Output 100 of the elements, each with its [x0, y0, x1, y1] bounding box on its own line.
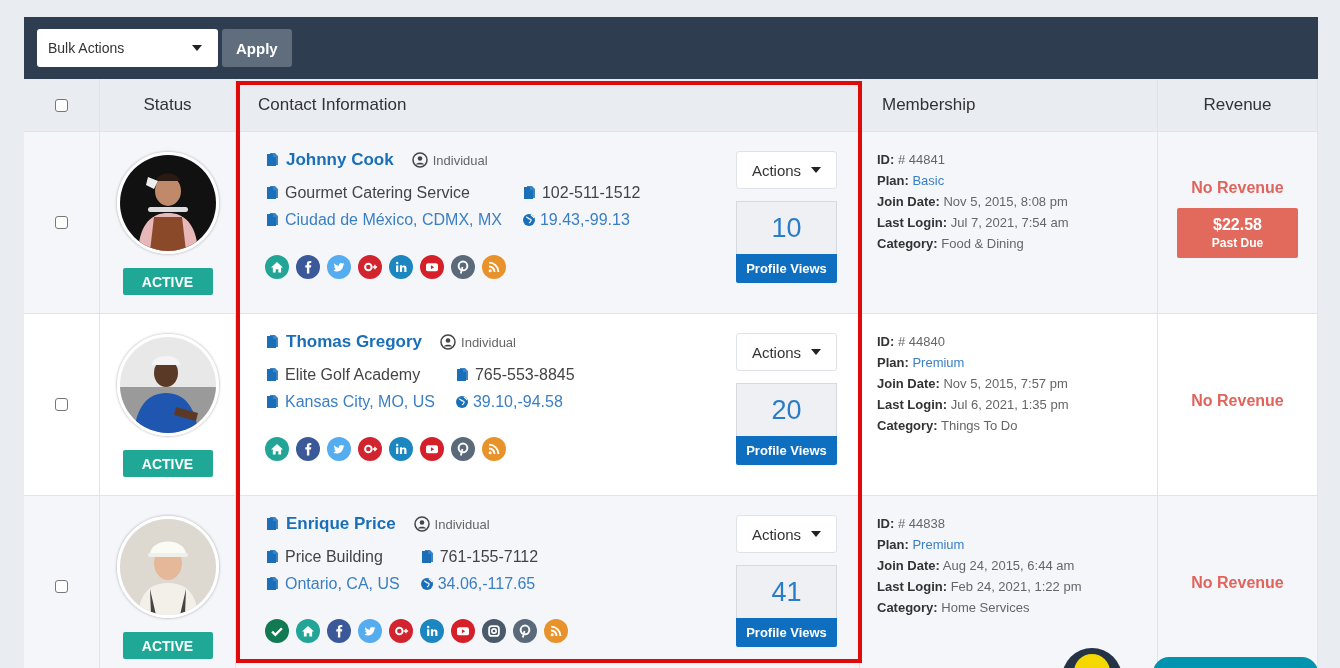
social-icon[interactable] [296, 437, 320, 461]
status-badge: ACTIVE [122, 450, 213, 477]
social-icon[interactable] [327, 619, 351, 643]
revenue-status: No Revenue [1191, 573, 1284, 592]
company-name: Price Building [265, 548, 400, 566]
phone-number: 102-511-1512 [521, 184, 641, 202]
social-icon[interactable] [265, 255, 289, 279]
social-icon[interactable] [420, 255, 444, 279]
social-icon[interactable] [451, 255, 475, 279]
bulk-actions-dropdown[interactable]: Bulk Actions [37, 29, 218, 67]
membership-detail: Category: Things To Do [877, 418, 1019, 434]
company-name: Elite Golf Academy [265, 366, 435, 384]
revenue-status: No Revenue [1191, 391, 1284, 410]
membership-detail: Join Date: Aug 24, 2015, 6:44 am [877, 558, 1076, 574]
document-icon [265, 334, 281, 350]
views-count: 41 [736, 565, 837, 618]
contact-name-link[interactable]: Enrique Price [265, 514, 396, 534]
document-icon [265, 212, 281, 228]
contact-name-link[interactable]: Thomas Gregory [265, 332, 423, 352]
social-icon[interactable] [389, 437, 413, 461]
membership-detail: Plan: Premium [877, 355, 966, 371]
document-icon [265, 367, 281, 383]
membership-detail: ID: # 44838 [877, 516, 946, 532]
views-count: 20 [736, 383, 837, 436]
social-icon[interactable] [389, 619, 413, 643]
company-name: Gourmet Catering Service [265, 184, 502, 202]
social-icon[interactable] [358, 255, 382, 279]
profile-views-label: Profile Views [736, 254, 837, 283]
membership-detail: Join Date: Nov 5, 2015, 7:57 pm [877, 376, 1069, 392]
membership-detail: Last Login: Feb 24, 2021, 1:22 pm [877, 579, 1083, 595]
coordinates-link[interactable]: 19.43,-99.13 [521, 211, 641, 229]
social-icon[interactable] [265, 437, 289, 461]
social-icon[interactable] [482, 619, 506, 643]
caret-icon [811, 531, 822, 537]
document-icon [265, 185, 281, 201]
membership-detail: Last Login: Jul 6, 2021, 1:35 pm [877, 397, 1070, 413]
column-header: Revenue [1203, 95, 1272, 115]
document-icon [521, 185, 538, 201]
actions-dropdown[interactable]: Actions [736, 333, 837, 371]
membership-detail: Last Login: Jul 7, 2021, 7:54 am [877, 215, 1070, 231]
select-all-checkbox[interactable] [55, 98, 68, 112]
user-icon [411, 152, 428, 168]
user-icon [413, 516, 430, 532]
social-icon[interactable] [513, 619, 537, 643]
membership-detail: Plan: Premium [877, 537, 966, 553]
membership-detail: ID: # 44841 [877, 152, 946, 168]
profile-views-label: Profile Views [736, 618, 837, 647]
caret-icon [192, 45, 202, 51]
document-icon [265, 394, 281, 410]
apply-button[interactable]: Apply [222, 29, 292, 67]
membership-detail: ID: # 44840 [877, 334, 946, 350]
location-link[interactable]: Ontario, CA, US [265, 575, 400, 593]
document-icon [265, 549, 281, 565]
contact-type: Individual [461, 334, 516, 350]
social-icon[interactable] [296, 619, 320, 643]
document-icon [265, 152, 281, 168]
document-icon [265, 576, 281, 592]
membership-detail: Category: Home Services [877, 600, 1031, 616]
social-icon[interactable] [451, 619, 475, 643]
actions-dropdown[interactable]: Actions [736, 151, 837, 189]
status-badge: ACTIVE [122, 268, 213, 295]
membership-detail: Plan: Basic [877, 173, 946, 189]
row-checkbox[interactable] [55, 580, 68, 593]
past-due-badge: $22.58 Past Due [1177, 208, 1298, 258]
social-icon[interactable] [389, 255, 413, 279]
social-icon[interactable] [265, 619, 289, 643]
caret-icon [811, 167, 822, 173]
phone-number: 761-155-7112 [419, 548, 539, 566]
social-icon[interactable] [420, 619, 444, 643]
revenue-status: No Revenue [1191, 179, 1284, 197]
column-header: Membership [882, 95, 976, 115]
document-icon [265, 516, 281, 532]
social-icon[interactable] [296, 255, 320, 279]
caret-icon [811, 349, 822, 355]
views-count: 10 [736, 201, 837, 254]
contact-type: Individual [434, 516, 490, 532]
social-icon[interactable] [420, 437, 444, 461]
status-badge: ACTIVE [122, 632, 213, 659]
membership-detail: Category: Food & Dining [877, 236, 1025, 252]
contact-name-link[interactable]: Johnny Cook [265, 150, 394, 170]
column-header: Status [143, 95, 192, 115]
location-link[interactable]: Ciudad de México, CDMX, MX [265, 211, 502, 229]
social-icon[interactable] [451, 437, 475, 461]
column-header: Contact Information [258, 95, 407, 115]
actions-dropdown[interactable]: Actions [736, 515, 837, 553]
user-icon [440, 334, 457, 350]
phone-number: 765-553-8845 [454, 366, 575, 384]
globe-icon [521, 213, 536, 227]
document-icon [454, 367, 471, 383]
social-icon[interactable] [358, 437, 382, 461]
globe-icon [419, 577, 434, 591]
row-checkbox[interactable] [55, 216, 68, 229]
location-link[interactable]: Kansas City, MO, US [265, 393, 435, 411]
globe-icon [454, 395, 469, 409]
row-checkbox[interactable] [55, 398, 68, 411]
profile-views-label: Profile Views [736, 436, 837, 465]
membership-detail: Join Date: Nov 5, 2015, 8:08 pm [877, 194, 1069, 210]
coordinates-link[interactable]: 34.06,-117.65 [419, 575, 539, 593]
document-icon [419, 549, 436, 565]
coordinates-link[interactable]: 39.10,-94.58 [454, 393, 575, 411]
